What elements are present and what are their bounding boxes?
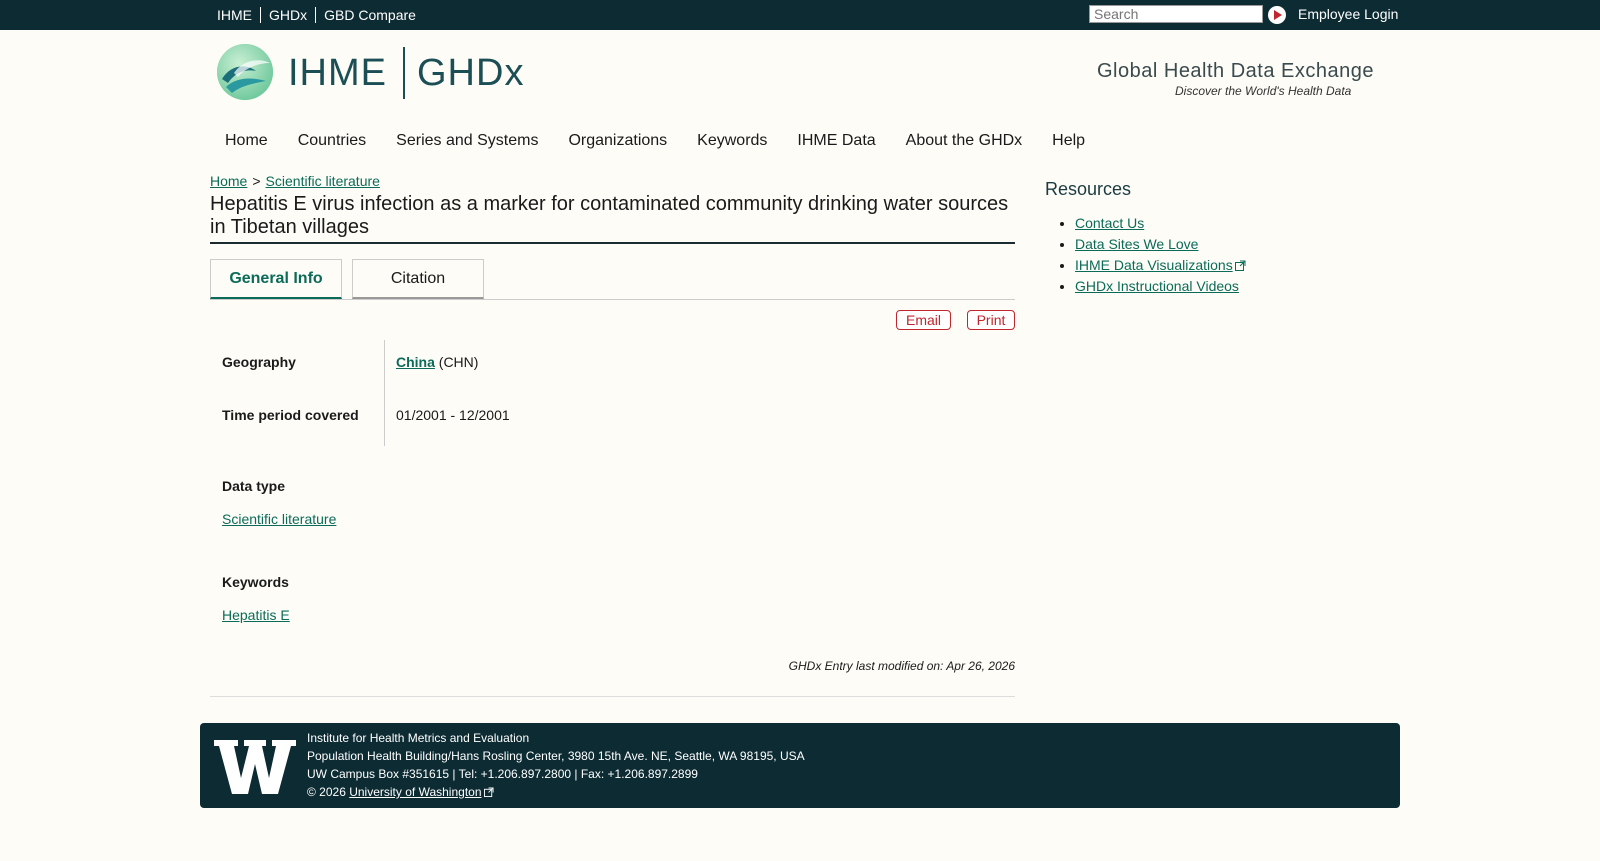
footer-copyright: © 2026	[307, 785, 346, 799]
uw-logo-icon[interactable]	[214, 738, 296, 796]
nav-item-home[interactable]: Home	[210, 130, 283, 152]
breadcrumb-separator: >	[252, 173, 261, 189]
last-modified-text: GHDx Entry last modified on: Apr 26, 202…	[788, 659, 1015, 673]
data-type-link[interactable]: Scientific literature	[222, 511, 336, 527]
nav-item-keywords[interactable]: Keywords	[682, 130, 782, 152]
top-link-ghdx[interactable]: GHDx	[269, 7, 307, 23]
logo-ihme-text[interactable]: IHME	[288, 52, 387, 95]
top-links: IHME GHDx GBD Compare	[217, 0, 416, 30]
tab-general-info[interactable]: General Info	[210, 259, 342, 299]
footer-address: Population Health Building/Hans Rosling …	[307, 749, 805, 763]
top-bar: IHME GHDx GBD Compare Employee Login	[0, 0, 1600, 30]
list-item: IHME Data Visualizations	[1075, 255, 1246, 276]
nav-item-series-and-systems[interactable]: Series and Systems	[381, 130, 553, 152]
site-tagline: Global Health Data Exchange	[1097, 60, 1374, 82]
content-divider	[210, 696, 1015, 697]
top-link-ihme[interactable]: IHME	[217, 7, 252, 23]
ihme-logo-icon[interactable]	[216, 43, 274, 101]
keywords-label: Keywords	[222, 574, 289, 590]
footer: Institute for Health Metrics and Evaluat…	[200, 723, 1400, 808]
main-nav: Home Countries Series and Systems Organi…	[210, 130, 1100, 152]
uw-link[interactable]: University of Washington	[349, 785, 481, 799]
top-link-separator	[260, 7, 261, 23]
resource-instructional-videos-link[interactable]: GHDx Instructional Videos	[1075, 278, 1239, 294]
nav-item-ihme-data[interactable]: IHME Data	[782, 130, 890, 152]
breadcrumb-home-link[interactable]: Home	[210, 173, 247, 189]
nav-item-organizations[interactable]: Organizations	[553, 130, 682, 152]
nav-item-about[interactable]: About the GHDx	[891, 130, 1038, 152]
play-arrow-icon	[1268, 6, 1286, 24]
employee-login-link[interactable]: Employee Login	[1298, 6, 1398, 22]
print-button[interactable]: Print	[967, 310, 1015, 330]
email-button[interactable]: Email	[896, 310, 951, 330]
geography-label: Geography	[222, 354, 296, 370]
breadcrumb-current-link[interactable]: Scientific literature	[266, 173, 380, 189]
search-submit-button[interactable]	[1268, 6, 1286, 24]
time-period-label: Time period covered	[222, 407, 359, 423]
tabs-baseline	[210, 299, 1015, 300]
footer-copyright-line: © 2026 University of Washington	[307, 783, 805, 801]
list-item: Data Sites We Love	[1075, 234, 1246, 255]
nav-item-countries[interactable]: Countries	[283, 130, 381, 152]
footer-org-name: Institute for Health Metrics and Evaluat…	[307, 731, 530, 745]
top-link-gbd-compare[interactable]: GBD Compare	[324, 7, 416, 23]
footer-contact: UW Campus Box #351615 | Tel: +1.206.897.…	[307, 767, 698, 781]
external-link-icon	[483, 787, 494, 797]
time-period-value: 01/2001 - 12/2001	[396, 407, 510, 423]
external-link-icon	[1234, 260, 1246, 271]
site-subtagline: Discover the World's Health Data	[1175, 84, 1352, 98]
resources-title: Resources	[1045, 179, 1132, 199]
resource-data-sites-link[interactable]: Data Sites We Love	[1075, 236, 1198, 252]
geography-value: China (CHN)	[396, 354, 478, 370]
tab-citation[interactable]: Citation	[352, 259, 484, 299]
list-item: Contact Us	[1075, 213, 1246, 234]
geography-code: (CHN)	[438, 354, 479, 370]
list-item: GHDx Instructional Videos	[1075, 276, 1246, 297]
geography-country-link[interactable]: China	[396, 354, 435, 370]
footer-text: Institute for Health Metrics and Evaluat…	[307, 729, 805, 801]
nav-item-help[interactable]: Help	[1037, 130, 1100, 152]
keyword-link[interactable]: Hepatitis E	[222, 607, 290, 623]
top-link-separator	[315, 7, 317, 23]
data-type-label: Data type	[222, 478, 286, 494]
logo-divider	[403, 47, 405, 99]
resource-contact-us-link[interactable]: Contact Us	[1075, 215, 1144, 231]
page-title: Hepatitis E virus infection as a marker …	[210, 193, 1015, 244]
search-input[interactable]	[1089, 5, 1263, 23]
logo-ghdx-text[interactable]: GHDx	[417, 52, 524, 95]
info-column-divider	[384, 340, 385, 446]
breadcrumb: Home > Scientific literature	[210, 173, 380, 189]
resource-visualizations-link[interactable]: IHME Data Visualizations	[1075, 257, 1233, 273]
resources-list: Contact Us Data Sites We Love IHME Data …	[1045, 213, 1246, 297]
